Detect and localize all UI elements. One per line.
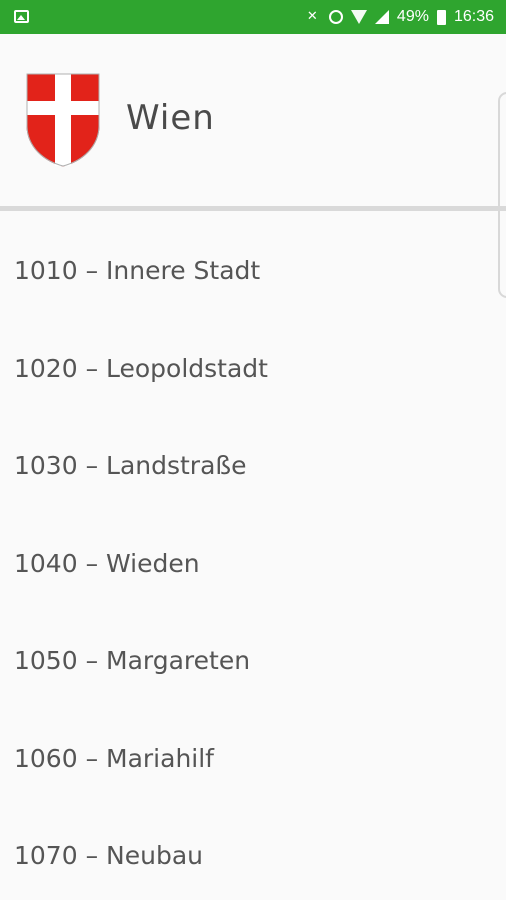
status-bar: 49% 16:36 [0,0,506,34]
battery-percent: 49% [396,8,429,25]
page-title: Wien [126,98,215,138]
clock: 16:36 [453,8,494,25]
mute-icon [305,8,321,25]
list-item[interactable]: 1020 – Leopoldstadt [0,320,506,418]
signal-icon [374,10,389,24]
list-item[interactable]: 1010 – Innere Stadt [0,222,506,320]
battery-icon [436,9,446,25]
list-item[interactable]: 1070 – Neubau [0,807,506,900]
status-indicators: 49% 16:36 [305,0,494,34]
list-item[interactable]: 1040 – Wieden [0,515,506,613]
list-item[interactable]: 1050 – Margareten [0,612,506,710]
list-item[interactable]: 1030 – Landstraße [0,417,506,515]
image-notification-icon [14,10,29,23]
vienna-crest-icon [26,73,100,167]
wifi-icon [350,10,367,24]
district-list: 1010 – Innere Stadt 1020 – Leopoldstadt … [0,211,506,900]
list-item[interactable]: 1060 – Mariahilf [0,710,506,808]
app-header: Wien [0,34,506,206]
alarm-icon [328,10,343,24]
